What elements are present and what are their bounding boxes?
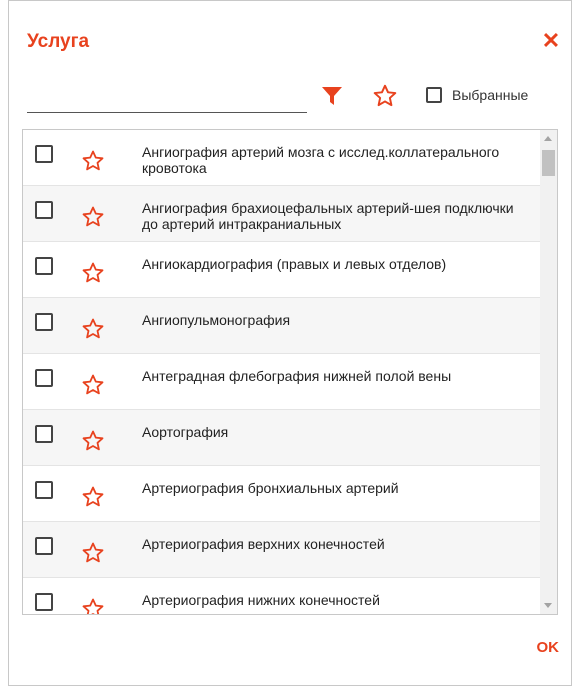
service-checkbox[interactable] bbox=[35, 425, 53, 443]
service-row[interactable]: Ангиография брахиоцефальных артерий-шея … bbox=[23, 186, 541, 242]
favorite-filter-icon[interactable] bbox=[372, 83, 398, 109]
selected-only-toggle[interactable]: Выбранные bbox=[426, 87, 528, 103]
dialog-title: Услуга bbox=[27, 31, 90, 52]
scroll-thumb[interactable] bbox=[542, 150, 555, 176]
vertical-scrollbar[interactable] bbox=[540, 130, 557, 614]
favorite-star-icon[interactable] bbox=[81, 373, 105, 397]
service-row[interactable]: Ангиография артерий мозга с исслед.колла… bbox=[23, 130, 541, 186]
service-label: Ангиопульмонография bbox=[142, 312, 291, 328]
service-checkbox[interactable] bbox=[35, 201, 53, 219]
service-checkbox[interactable] bbox=[35, 369, 53, 387]
favorite-star-icon[interactable] bbox=[81, 261, 105, 285]
service-label: Ангиокардиография (правых и левых отдело… bbox=[142, 256, 447, 272]
scroll-down-arrow-icon[interactable] bbox=[544, 603, 552, 608]
service-label: Артериография нижних конечностей bbox=[142, 592, 380, 608]
service-label: Артериография бронхиальных артерий bbox=[142, 480, 399, 496]
service-checkbox[interactable] bbox=[35, 145, 53, 163]
selected-only-checkbox[interactable] bbox=[426, 87, 442, 103]
service-row[interactable]: Ангиокардиография (правых и левых отдело… bbox=[23, 242, 541, 298]
service-label: Ангиография брахиоцефальных артерий-шея … bbox=[142, 200, 514, 232]
favorite-star-icon[interactable] bbox=[81, 205, 105, 229]
service-checkbox[interactable] bbox=[35, 593, 53, 611]
service-label: Артериография верхних конечностей bbox=[142, 536, 385, 552]
search-input[interactable] bbox=[27, 86, 307, 113]
scroll-up-arrow-icon[interactable] bbox=[544, 136, 552, 141]
services-list[interactable]: Ангиография артерий мозга с исслед.колла… bbox=[22, 129, 558, 615]
favorite-star-icon[interactable] bbox=[81, 317, 105, 341]
favorite-star-icon[interactable] bbox=[81, 149, 105, 173]
service-checkbox[interactable] bbox=[35, 481, 53, 499]
service-checkbox[interactable] bbox=[35, 537, 53, 555]
favorite-star-icon[interactable] bbox=[81, 429, 105, 453]
favorite-star-icon[interactable] bbox=[81, 597, 105, 614]
service-row[interactable]: Антеградная флебография нижней полой вен… bbox=[23, 354, 541, 410]
close-icon[interactable]: ✕ bbox=[541, 30, 561, 52]
favorite-star-icon[interactable] bbox=[81, 541, 105, 565]
service-label: Ангиография артерий мозга с исслед.колла… bbox=[142, 144, 500, 176]
service-row[interactable]: Артериография нижних конечностей bbox=[23, 578, 541, 614]
ok-button[interactable]: OK bbox=[537, 639, 560, 656]
service-checkbox[interactable] bbox=[35, 313, 53, 331]
service-label: Антеградная флебография нижней полой вен… bbox=[142, 368, 452, 384]
selected-only-label: Выбранные bbox=[452, 87, 529, 103]
services-list-items: Ангиография артерий мозга с исслед.колла… bbox=[23, 130, 541, 614]
service-checkbox[interactable] bbox=[35, 257, 53, 275]
filter-icon[interactable] bbox=[320, 84, 344, 108]
service-dialog: Услуга ✕ Выбранные Ангиография артерий м… bbox=[8, 0, 572, 686]
service-row[interactable]: Аортография bbox=[23, 410, 541, 466]
service-row[interactable]: Ангиопульмонография bbox=[23, 298, 541, 354]
service-label: Аортография bbox=[142, 424, 229, 440]
service-row[interactable]: Артериография верхних конечностей bbox=[23, 522, 541, 578]
favorite-star-icon[interactable] bbox=[81, 485, 105, 509]
service-row[interactable]: Артериография бронхиальных артерий bbox=[23, 466, 541, 522]
